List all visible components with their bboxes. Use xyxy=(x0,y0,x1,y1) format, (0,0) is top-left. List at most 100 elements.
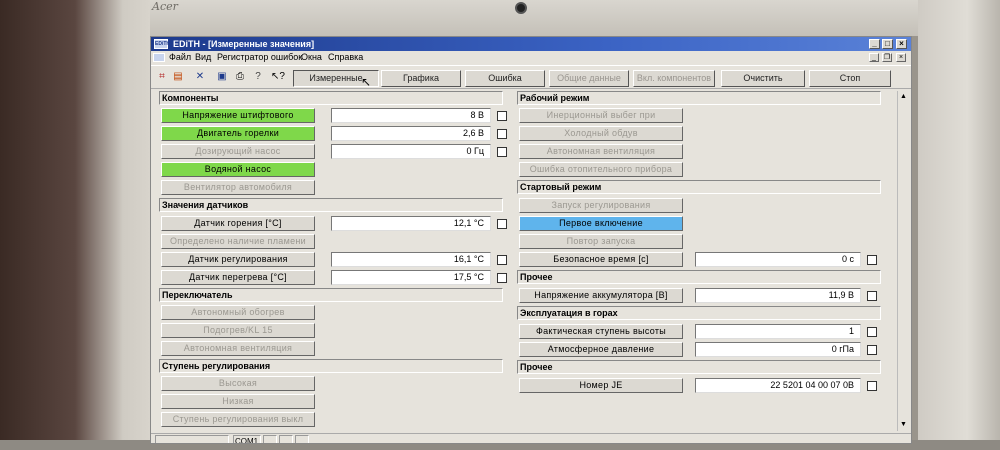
checkbox-glow-pin-voltage[interactable] xyxy=(497,111,507,121)
checkbox-battery-voltage[interactable] xyxy=(867,291,877,301)
label-preheat-kl15[interactable]: Подогрев/KL 15 xyxy=(161,323,315,338)
checkbox-je-number[interactable] xyxy=(867,381,877,391)
tree-icon[interactable]: ⌗ xyxy=(155,70,169,84)
label-atmospheric-pressure[interactable]: Атмосферное давление xyxy=(519,342,683,357)
label-je-number[interactable]: Номер JE xyxy=(519,378,683,393)
enable-components-button[interactable]: Вкл. компонентов xyxy=(633,70,715,87)
clear-button[interactable]: Очистить xyxy=(721,70,805,87)
folder-icon[interactable]: ▤ xyxy=(171,70,185,84)
menu-bar: Файл Вид Регистратор ошибок Окна Справка xyxy=(151,51,911,64)
value-flame-sensor: 12,1 °C xyxy=(331,216,491,231)
label-stage-high[interactable]: Высокая xyxy=(161,376,315,391)
menu-windows[interactable]: Окна xyxy=(301,51,322,64)
checkbox-altitude-stage[interactable] xyxy=(867,327,877,337)
status-cell-1 xyxy=(263,435,277,443)
value-burner-motor: 2,6 В xyxy=(331,126,491,141)
value-safety-time: 0 с xyxy=(695,252,861,267)
checkbox-dosing-pump[interactable] xyxy=(497,147,507,157)
menu-help[interactable]: Справка xyxy=(328,51,363,64)
label-cold-blow[interactable]: Холодный обдув xyxy=(519,126,683,141)
label-mode-auto-ventilation[interactable]: Автономная вентиляция xyxy=(519,144,683,159)
section-other-2: Прочее xyxy=(517,360,881,374)
menu-error-logger[interactable]: Регистратор ошибок xyxy=(217,51,302,64)
label-auto-ventilation[interactable]: Автономная вентиляция xyxy=(161,341,315,356)
checkbox-safety-time[interactable] xyxy=(867,255,877,265)
checkbox-control-sensor[interactable] xyxy=(497,255,507,265)
label-first-start[interactable]: Первое включение xyxy=(519,216,683,231)
label-altitude-stage[interactable]: Фактическая ступень высоты xyxy=(519,324,683,339)
status-bar: COM1 xyxy=(151,433,911,443)
close-icon[interactable]: × xyxy=(896,39,907,49)
menu-file[interactable]: Файл xyxy=(169,51,191,64)
status-cell-3 xyxy=(295,435,309,443)
label-battery-voltage[interactable]: Напряжение аккумулятора [В] xyxy=(519,288,683,303)
graphics-button[interactable]: Графика xyxy=(381,70,461,87)
label-heater-error[interactable]: Ошибка отопительного прибора xyxy=(519,162,683,177)
error-button[interactable]: Ошибка xyxy=(465,70,545,87)
value-control-sensor: 16,1 °C xyxy=(331,252,491,267)
label-restart[interactable]: Повтор запуска xyxy=(519,234,683,249)
maximize-icon[interactable]: □ xyxy=(882,39,893,49)
menu-view[interactable]: Вид xyxy=(195,51,211,64)
child-minimize-icon[interactable]: _ xyxy=(869,53,879,62)
label-start-control[interactable]: Запуск регулирования xyxy=(519,198,683,213)
section-control-stage: Ступень регулирования xyxy=(159,359,503,373)
label-dosing-pump[interactable]: Дозирующий насос xyxy=(161,144,315,159)
tools-icon[interactable]: ✕ xyxy=(193,70,207,84)
vertical-scrollbar[interactable]: ▲ ▼ xyxy=(897,91,911,431)
mouse-cursor-icon: ↖ xyxy=(361,75,372,89)
status-cell-2 xyxy=(279,435,293,443)
value-je-number: 22 5201 04 00 07 0В xyxy=(695,378,861,393)
label-glow-pin-voltage[interactable]: Напряжение штифтового xyxy=(161,108,315,123)
doc-icon[interactable] xyxy=(153,53,165,62)
label-flame-sensor[interactable]: Датчик горения [°C] xyxy=(161,216,315,231)
section-sensors: Значения датчиков xyxy=(159,198,503,212)
window-title: EDiTH - [Измеренные значения] xyxy=(173,39,315,49)
label-safety-time[interactable]: Безопасное время [с] xyxy=(519,252,683,267)
label-water-pump[interactable]: Водяной насос xyxy=(161,162,315,177)
measured-values-panel: Компоненты Напряжение штифтового 8 В Дви… xyxy=(151,91,911,431)
section-mountain-operation: Эксплуатация в горах xyxy=(517,306,881,320)
section-operating-mode: Рабочий режим xyxy=(517,91,881,105)
section-start-mode: Стартовый режим xyxy=(517,180,881,194)
label-control-sensor[interactable]: Датчик регулирования xyxy=(161,252,315,267)
value-overheat-sensor: 17,5 °C xyxy=(331,270,491,285)
label-burner-motor[interactable]: Двигатель горелки xyxy=(161,126,315,141)
monitor-bezel-right xyxy=(918,0,1000,450)
status-cell-main xyxy=(155,435,229,443)
print-icon[interactable]: ⎙ xyxy=(233,70,247,84)
background-left xyxy=(0,0,150,450)
label-stage-off[interactable]: Ступень регулирования выкл xyxy=(161,412,315,427)
status-port: COM1 xyxy=(233,435,261,443)
help-icon[interactable]: ? xyxy=(251,70,265,84)
child-restore-icon[interactable]: ❐ xyxy=(882,53,892,62)
checkbox-overheat-sensor[interactable] xyxy=(497,273,507,283)
scroll-down-icon[interactable]: ▼ xyxy=(900,421,907,428)
stop-button[interactable]: Стоп xyxy=(809,70,891,87)
save-icon[interactable]: ▣ xyxy=(215,70,229,84)
value-battery-voltage: 11,9 В xyxy=(695,288,861,303)
app-window: EDiTH EDiTH - [Измеренные значения] _ □ … xyxy=(150,36,912,444)
checkbox-burner-motor[interactable] xyxy=(497,129,507,139)
general-data-button[interactable]: Общие данные xyxy=(549,70,629,87)
child-close-icon[interactable]: × xyxy=(896,53,906,62)
context-help-icon[interactable]: ↖? xyxy=(271,70,285,84)
webcam-icon xyxy=(515,2,527,14)
value-glow-pin-voltage: 8 В xyxy=(331,108,491,123)
section-components: Компоненты xyxy=(159,91,503,105)
toolbar: ⌗ ▤ ✕ ▣ ⎙ ? ↖? Измеренные значения Графи… xyxy=(151,65,911,98)
app-icon: EDiTH xyxy=(154,39,170,49)
title-bar[interactable]: EDiTH EDiTH - [Измеренные значения] _ □ … xyxy=(151,37,911,51)
value-dosing-pump: 0 Гц xyxy=(331,144,491,159)
minimize-icon[interactable]: _ xyxy=(869,39,880,49)
label-vehicle-fan[interactable]: Вентилятор автомобиля xyxy=(161,180,315,195)
label-stage-low[interactable]: Низкая xyxy=(161,394,315,409)
label-flame-detected[interactable]: Определено наличие пламени xyxy=(161,234,315,249)
label-run-on[interactable]: Инерционный выбег при xyxy=(519,108,683,123)
checkbox-flame-sensor[interactable] xyxy=(497,219,507,229)
scroll-up-icon[interactable]: ▲ xyxy=(900,93,907,100)
label-overheat-sensor[interactable]: Датчик перегрева [°C] xyxy=(161,270,315,285)
checkbox-atmospheric-pressure[interactable] xyxy=(867,345,877,355)
label-auto-heating[interactable]: Автономный обогрев xyxy=(161,305,315,320)
value-altitude-stage: 1 xyxy=(695,324,861,339)
